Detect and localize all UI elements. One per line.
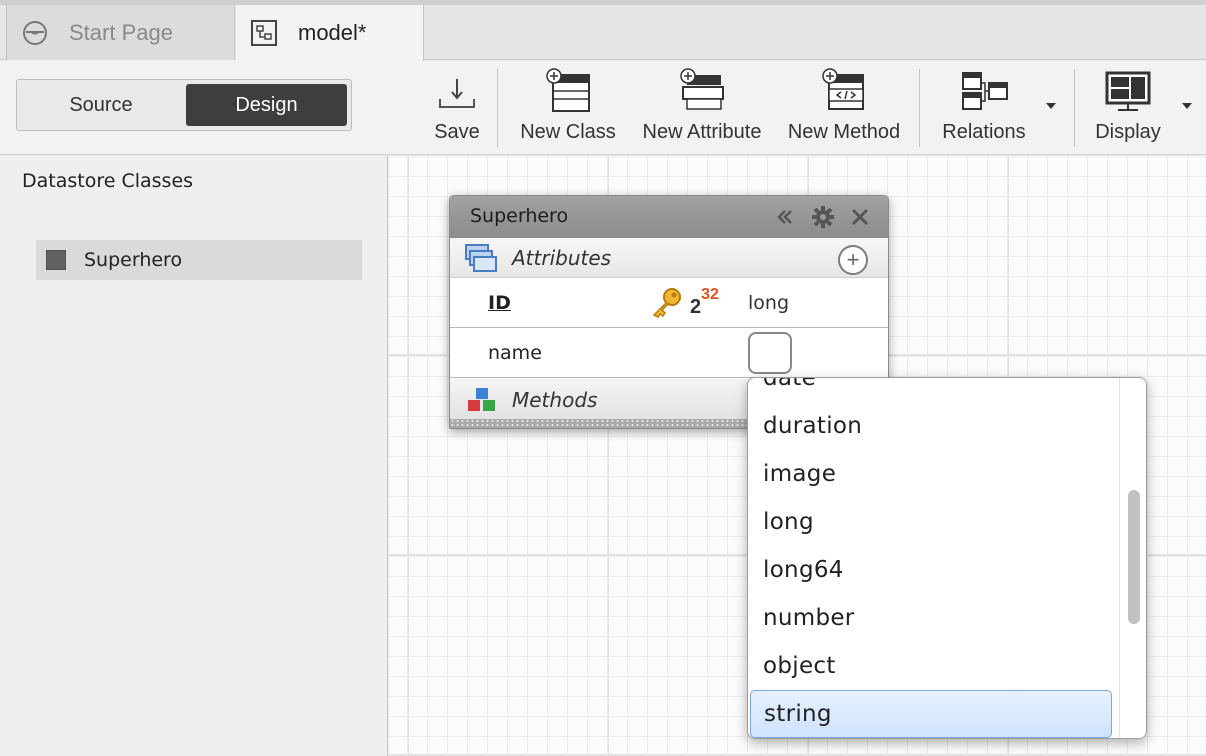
type-option-image[interactable]: image [748,450,1120,498]
new-class-icon [543,67,593,113]
methods-section-label: Methods [512,388,598,412]
panel-title: Datastore Classes [22,170,194,192]
new-attribute-label: New Attribute [642,121,762,143]
start-page-icon [21,19,49,47]
class-color-swatch-icon [46,250,66,270]
new-class-button[interactable]: New Class [512,67,624,151]
new-method-button[interactable]: New Method [778,67,910,151]
dropdown-scrollbar[interactable] [1119,378,1146,738]
new-method-label: New Method [787,121,901,143]
toolbar-separator [497,69,498,147]
toolbar-separator [1074,69,1075,147]
design-button[interactable]: Design [186,84,347,126]
new-class-label: New Class [520,121,616,143]
relations-label: Relations [942,121,1026,143]
model-diagram-icon [250,19,278,47]
save-icon [434,67,480,113]
class-box-header[interactable]: Superhero [450,196,888,238]
display-button[interactable]: Display [1086,67,1170,151]
relations-icon [959,67,1009,113]
new-attribute-icon [677,67,727,113]
autoincrement-base: 2 [690,296,702,318]
tab-start-page[interactable]: Start Page [6,5,235,60]
type-options-list: date duration image long long64 number o… [748,378,1120,738]
source-button[interactable]: Source [21,84,181,126]
display-icon [1103,67,1153,113]
attributes-icon [464,243,498,273]
attribute-name[interactable]: name [488,342,542,364]
type-option-long64[interactable]: long64 [748,546,1120,594]
methods-icon [466,386,498,414]
attribute-name[interactable]: ID [488,292,511,314]
tab-label: Start Page [69,19,173,45]
autoincrement-exponent: 32 [701,286,719,303]
tab-model[interactable]: model* [236,5,424,61]
relations-button[interactable]: Relations [930,67,1038,151]
tab-bar: Start Page model* [0,0,1206,61]
autoincrement-icon: 2 32 [690,286,719,319]
toolbar-separator [919,69,920,147]
attribute-row-id[interactable]: ID 2 32 long [450,278,888,328]
attribute-row-name[interactable]: name [450,328,888,378]
type-option-date[interactable]: date [748,378,1120,402]
attribute-type-input[interactable] [748,332,792,374]
class-list-item-superhero[interactable]: Superhero [36,240,362,280]
attributes-section-label: Attributes [512,245,612,270]
type-option-string[interactable]: string [750,690,1112,738]
type-option-number[interactable]: number [748,594,1120,642]
dropdown-scrollbar-thumb[interactable] [1128,490,1140,624]
toolbar: Source Design Save New Class New Attribu… [0,61,1206,155]
datastore-classes-panel: Datastore Classes Superhero [0,156,388,756]
save-button[interactable]: Save [426,67,488,151]
new-method-icon [819,67,869,113]
new-attribute-button[interactable]: New Attribute [632,67,772,151]
type-option-long[interactable]: long [748,498,1120,546]
attribute-type-dropdown[interactable]: date duration image long long64 number o… [747,377,1147,739]
close-icon[interactable] [850,207,870,232]
save-label: Save [434,121,480,143]
view-toggle: Source Design [16,79,352,131]
add-attribute-icon[interactable]: + [838,245,868,275]
display-dropdown-arrow-icon[interactable] [1182,103,1192,109]
primary-key-icon [650,286,684,325]
attribute-type[interactable]: long [748,292,789,314]
display-label: Display [1095,121,1161,143]
app-window: Start Page model* Source Design Save New… [0,0,1206,756]
class-box-header-icons [774,204,870,235]
type-option-duration[interactable]: duration [748,402,1120,450]
class-list-item-label: Superhero [84,249,183,271]
tab-label: model* [298,20,367,45]
relations-dropdown-arrow-icon[interactable] [1046,103,1056,109]
gear-icon[interactable] [810,204,836,235]
attributes-section-header[interactable]: Attributes + [450,238,888,278]
type-option-object[interactable]: object [748,642,1120,690]
collapse-icon[interactable] [774,207,796,232]
class-box-title: Superhero [470,205,569,227]
